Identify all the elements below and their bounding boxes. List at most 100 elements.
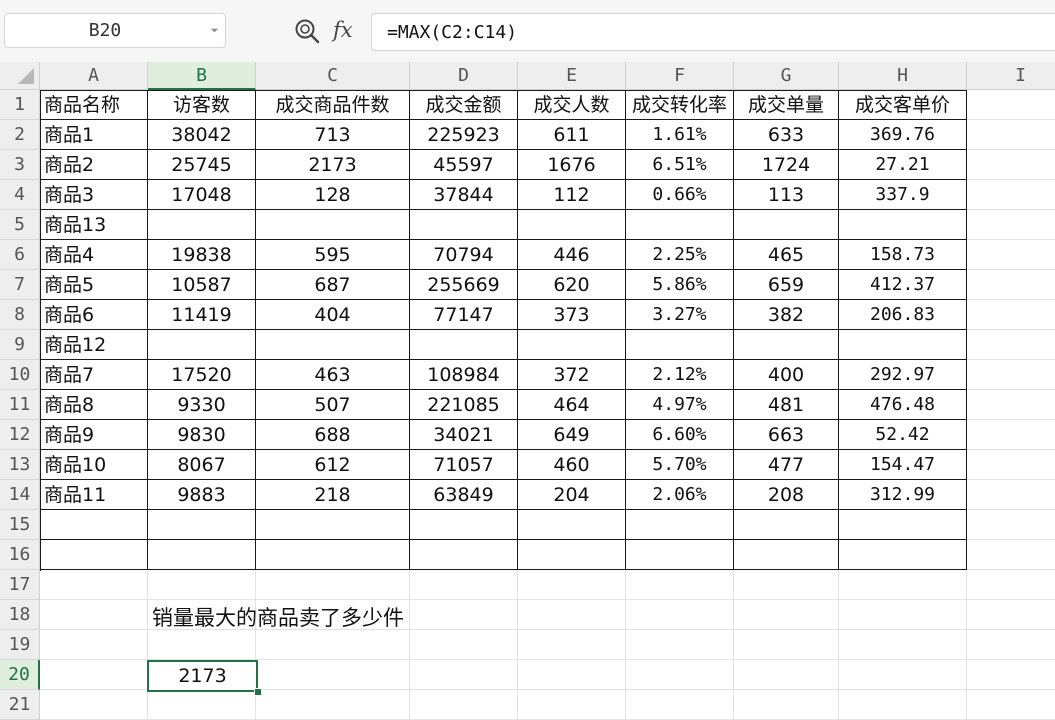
cell-g19[interactable]	[734, 630, 839, 660]
cell-i20[interactable]	[967, 660, 1055, 690]
cell-d12[interactable]: 34021	[410, 420, 518, 450]
cell-d13[interactable]: 71057	[410, 450, 518, 480]
cell-b17[interactable]	[148, 570, 256, 600]
cell-d1[interactable]: 成交金额	[410, 90, 518, 120]
cell-h12[interactable]: 52.42	[839, 420, 967, 450]
cell-f9[interactable]	[626, 330, 734, 360]
cell-d15[interactable]	[410, 510, 518, 540]
cell-h17[interactable]	[839, 570, 967, 600]
column-header-h[interactable]: H	[839, 62, 967, 90]
cell-a8[interactable]: 商品6	[40, 300, 148, 330]
row-header-16[interactable]: 16	[0, 540, 40, 570]
cell-d18[interactable]	[410, 600, 518, 630]
row-header-12[interactable]: 12	[0, 420, 40, 450]
cell-e12[interactable]: 649	[518, 420, 626, 450]
cell-g17[interactable]	[734, 570, 839, 600]
cell-h14[interactable]: 312.99	[839, 480, 967, 510]
cell-e11[interactable]: 464	[518, 390, 626, 420]
cell-f2[interactable]: 1.61%	[626, 120, 734, 150]
cell-g5[interactable]	[734, 210, 839, 240]
cell-i7[interactable]	[967, 270, 1055, 300]
row-header-13[interactable]: 13	[0, 450, 40, 480]
cell-c14[interactable]: 218	[256, 480, 410, 510]
cell-a2[interactable]: 商品1	[40, 120, 148, 150]
cell-a21[interactable]	[40, 690, 148, 720]
cell-c8[interactable]: 404	[256, 300, 410, 330]
cell-b12[interactable]: 9830	[148, 420, 256, 450]
cell-f16[interactable]	[626, 540, 734, 570]
cell-f15[interactable]	[626, 510, 734, 540]
cell-g14[interactable]: 208	[734, 480, 839, 510]
cell-a7[interactable]: 商品5	[40, 270, 148, 300]
row-header-1[interactable]: 1	[0, 90, 40, 120]
row-header-14[interactable]: 14	[0, 480, 40, 510]
cell-a16[interactable]	[40, 540, 148, 570]
cell-e1[interactable]: 成交人数	[518, 90, 626, 120]
question-note[interactable]: 销量最大的商品卖了多少件	[152, 603, 404, 633]
cell-i14[interactable]	[967, 480, 1055, 510]
cell-c11[interactable]: 507	[256, 390, 410, 420]
cell-b5[interactable]	[148, 210, 256, 240]
cell-e8[interactable]: 373	[518, 300, 626, 330]
cell-f1[interactable]: 成交转化率	[626, 90, 734, 120]
cell-e14[interactable]: 204	[518, 480, 626, 510]
cell-g20[interactable]	[734, 660, 839, 690]
cell-d4[interactable]: 37844	[410, 180, 518, 210]
cell-b13[interactable]: 8067	[148, 450, 256, 480]
cell-b10[interactable]: 17520	[148, 360, 256, 390]
cell-a14[interactable]: 商品11	[40, 480, 148, 510]
cell-g18[interactable]	[734, 600, 839, 630]
cell-i2[interactable]	[967, 120, 1055, 150]
cell-g7[interactable]: 659	[734, 270, 839, 300]
cell-f4[interactable]: 0.66%	[626, 180, 734, 210]
cell-f18[interactable]	[626, 600, 734, 630]
row-header-9[interactable]: 9	[0, 330, 40, 360]
cell-f5[interactable]	[626, 210, 734, 240]
row-header-20[interactable]: 20	[0, 660, 40, 690]
cell-d9[interactable]	[410, 330, 518, 360]
cell-c21[interactable]	[256, 690, 410, 720]
cell-d10[interactable]: 108984	[410, 360, 518, 390]
cell-f11[interactable]: 4.97%	[626, 390, 734, 420]
row-header-3[interactable]: 3	[0, 150, 40, 180]
cell-c6[interactable]: 595	[256, 240, 410, 270]
cell-g1[interactable]: 成交单量	[734, 90, 839, 120]
cell-g10[interactable]: 400	[734, 360, 839, 390]
cell-i19[interactable]	[967, 630, 1055, 660]
cell-c15[interactable]	[256, 510, 410, 540]
cell-e15[interactable]	[518, 510, 626, 540]
cell-h13[interactable]: 154.47	[839, 450, 967, 480]
cell-g21[interactable]	[734, 690, 839, 720]
cell-i13[interactable]	[967, 450, 1055, 480]
cell-e13[interactable]: 460	[518, 450, 626, 480]
cell-a1[interactable]: 商品名称	[40, 90, 148, 120]
cell-a10[interactable]: 商品7	[40, 360, 148, 390]
cell-f3[interactable]: 6.51%	[626, 150, 734, 180]
cell-f6[interactable]: 2.25%	[626, 240, 734, 270]
cell-i21[interactable]	[967, 690, 1055, 720]
row-header-4[interactable]: 4	[0, 180, 40, 210]
cell-e10[interactable]: 372	[518, 360, 626, 390]
row-header-19[interactable]: 19	[0, 630, 40, 660]
cell-f8[interactable]: 3.27%	[626, 300, 734, 330]
cell-i12[interactable]	[967, 420, 1055, 450]
column-header-d[interactable]: D	[410, 62, 518, 90]
zoom-icon[interactable]	[293, 17, 321, 45]
cell-a18[interactable]	[40, 600, 148, 630]
cell-e5[interactable]	[518, 210, 626, 240]
cell-c13[interactable]: 612	[256, 450, 410, 480]
formula-input[interactable]: =MAX(C2:C14)	[371, 13, 1055, 51]
cell-b15[interactable]	[148, 510, 256, 540]
cell-e3[interactable]: 1676	[518, 150, 626, 180]
column-header-a[interactable]: A	[40, 62, 148, 90]
cell-f10[interactable]: 2.12%	[626, 360, 734, 390]
cell-h5[interactable]	[839, 210, 967, 240]
cell-i1[interactable]	[967, 90, 1055, 120]
select-all-corner[interactable]	[0, 62, 40, 90]
cell-d8[interactable]: 77147	[410, 300, 518, 330]
cell-h10[interactable]: 292.97	[839, 360, 967, 390]
cell-e2[interactable]: 611	[518, 120, 626, 150]
name-box[interactable]: B20	[4, 13, 226, 48]
row-header-21[interactable]: 21	[0, 690, 40, 720]
cell-a5[interactable]: 商品13	[40, 210, 148, 240]
